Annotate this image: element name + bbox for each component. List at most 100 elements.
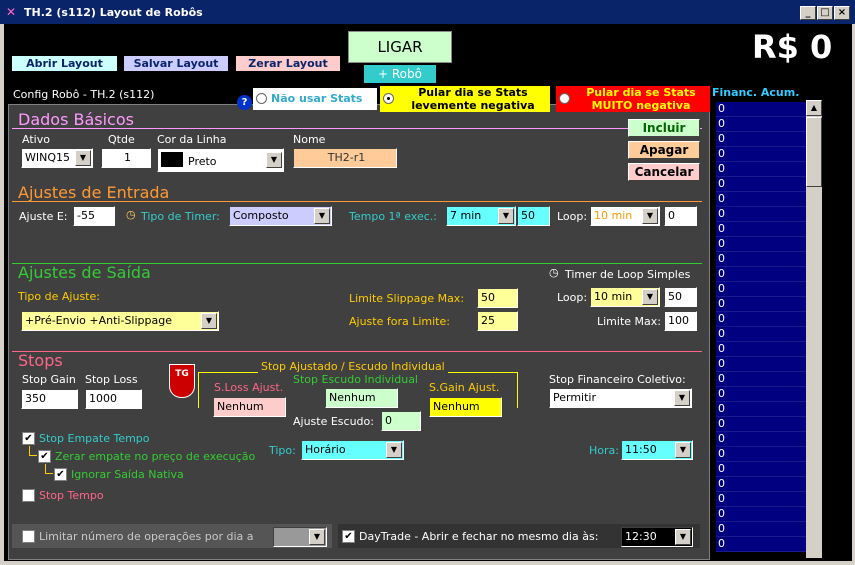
ignorar-label: Ignorar Saída Nativa	[71, 468, 184, 481]
saida-loop-val-input[interactable]: 50	[664, 287, 697, 307]
hora-select[interactable]: 11:50 ▼	[621, 440, 693, 460]
cor-label: Cor da Linha	[157, 133, 227, 146]
ativo-value: WINQ15	[25, 151, 71, 164]
qtde-input[interactable]: 1	[101, 148, 151, 168]
grid-cell: 0	[716, 192, 806, 207]
config-panel	[8, 104, 710, 560]
saida-loop-select[interactable]: 10 min ▼	[590, 287, 660, 307]
daytrade-hora-select[interactable]: 12:30 ▼	[621, 527, 693, 547]
limitar-checkbox[interactable]	[22, 530, 35, 543]
tree-line	[29, 446, 37, 456]
stop-loss-input[interactable]: 1000	[85, 389, 142, 409]
nome-label: Nome	[293, 133, 326, 146]
title-bar: ✕ TH.2 (s112) Layout de Robôs _ □ ×	[0, 0, 855, 24]
grid-cell: 0	[716, 342, 806, 357]
limite-max-input[interactable]: 100	[664, 311, 697, 331]
grid-cell: 0	[716, 102, 806, 117]
grid-cell: 0	[716, 492, 806, 507]
limite-input[interactable]: 50	[477, 288, 518, 308]
grid-cell: 0	[716, 372, 806, 387]
ativo-select[interactable]: WINQ15 ▼	[21, 148, 93, 168]
grid-cell: 0	[716, 402, 806, 417]
grid-cell: 0	[716, 237, 806, 252]
divider	[12, 201, 702, 202]
radio-nao-usar-stats[interactable]: Não usar Stats	[253, 88, 377, 110]
radio-label: Não usar Stats	[271, 92, 363, 105]
chevron-down-icon: ▼	[642, 289, 658, 305]
ajuste-escudo-input[interactable]: 0	[381, 411, 421, 431]
zerar-layout-button[interactable]: Zerar Layout	[236, 56, 340, 71]
divider	[12, 128, 702, 129]
window-title: TH.2 (s112) Layout de Robôs	[24, 6, 203, 19]
escudo-input[interactable]: Nenhum	[325, 388, 398, 408]
limitar-label: Limitar número de operações por dia a	[39, 530, 254, 543]
tipo-value: Horário	[305, 443, 346, 456]
ignorar-checkbox[interactable]: ✔	[54, 468, 67, 481]
clock-icon: ◷	[549, 266, 559, 279]
help-icon[interactable]: ?	[237, 95, 252, 110]
close-button[interactable]: ×	[834, 6, 850, 20]
add-robo-button[interactable]: + Robô	[364, 65, 436, 83]
daytrade-label: DayTrade - Abrir e fechar no mesmo dia à…	[359, 530, 599, 543]
limitar-select[interactable]: ▼	[273, 527, 327, 547]
tree-line	[45, 464, 53, 474]
section-dados-basicos: Dados Básicos	[18, 110, 134, 129]
grid-cell: 0	[716, 162, 806, 177]
cancelar-button[interactable]: Cancelar	[628, 163, 700, 181]
chevron-down-icon: ▼	[314, 208, 330, 224]
abrir-layout-button[interactable]: Abrir Layout	[12, 56, 117, 71]
grid-scrollbar[interactable]: ▲	[806, 100, 822, 558]
grid-cell: 0	[716, 282, 806, 297]
maximize-button[interactable]: □	[817, 6, 833, 20]
grid-cell: 0	[716, 522, 806, 537]
loop-value: 10 min	[594, 209, 633, 222]
sloss-input[interactable]: Nenhum	[213, 397, 286, 417]
chevron-down-icon: ▼	[266, 152, 282, 168]
stop-fin-select[interactable]: Permitir ▼	[549, 388, 692, 408]
tipo-timer-select[interactable]: Composto ▼	[229, 206, 332, 226]
chevron-down-icon: ▼	[201, 313, 217, 329]
tempo-val-input[interactable]: 50	[517, 206, 550, 226]
ligar-button[interactable]: LIGAR	[348, 31, 452, 63]
tipo-select[interactable]: Horário ▼	[301, 440, 404, 460]
stop-tempo-checkbox[interactable]	[22, 489, 35, 502]
radio-icon	[383, 93, 394, 104]
grid-cell: 0	[716, 462, 806, 477]
stop-empate-checkbox[interactable]: ✔	[22, 432, 35, 445]
sgain-input[interactable]: Nenhum	[429, 397, 502, 417]
tipo-ajuste-select[interactable]: +Pré-Envio +Anti-Slippage ▼	[21, 311, 219, 331]
tipo-ajuste-value: +Pré-Envio +Anti-Slippage	[25, 314, 172, 327]
zerar-empate-checkbox[interactable]: ✔	[38, 450, 51, 463]
salvar-layout-button[interactable]: Salvar Layout	[124, 56, 228, 71]
incluir-button[interactable]: Incluir	[628, 119, 700, 137]
radio-icon	[559, 93, 570, 104]
loop-val-input[interactable]: 0	[664, 206, 697, 226]
chevron-down-icon: ▼	[675, 529, 691, 545]
grid-cell: 0	[716, 297, 806, 312]
grid-cell: 0	[716, 327, 806, 342]
stop-gain-input[interactable]: 350	[21, 389, 78, 409]
apagar-button[interactable]: Apagar	[628, 141, 700, 159]
tempo-value: 7 min	[450, 209, 482, 222]
group-title: Stop Ajustado / Escudo Individual	[258, 360, 448, 373]
radio-pular-muito[interactable]: Pular dia se Stats MUITO negativa	[556, 86, 710, 112]
chevron-down-icon: ▼	[674, 390, 690, 406]
chevron-down-icon: ▼	[309, 529, 325, 545]
daytrade-checkbox[interactable]: ✔	[342, 530, 355, 543]
ajuste-e-input[interactable]: -55	[73, 206, 115, 226]
shield-icon: TG	[169, 364, 195, 398]
zerar-empate-label: Zerar empate no preço de execução	[55, 450, 256, 463]
grid-cell: 0	[716, 207, 806, 222]
radio-pular-leve[interactable]: Pular dia se Stats levemente negativa	[380, 86, 550, 112]
loop-select[interactable]: 10 min ▼	[590, 206, 660, 226]
fora-label: Ajuste fora Limite:	[349, 315, 450, 328]
minimize-button[interactable]: _	[800, 6, 816, 20]
stop-gain-label: Stop Gain	[22, 373, 76, 386]
nome-input[interactable]: TH2-r1	[293, 148, 397, 168]
fora-input[interactable]: 25	[477, 311, 518, 331]
grid-header: Financ. Acum.	[712, 86, 800, 99]
cor-select[interactable]: Preto ▼	[157, 148, 284, 172]
grid-cell: 0	[716, 537, 806, 552]
tempo-select[interactable]: 7 min ▼	[446, 206, 516, 226]
chevron-down-icon: ▼	[498, 208, 514, 224]
